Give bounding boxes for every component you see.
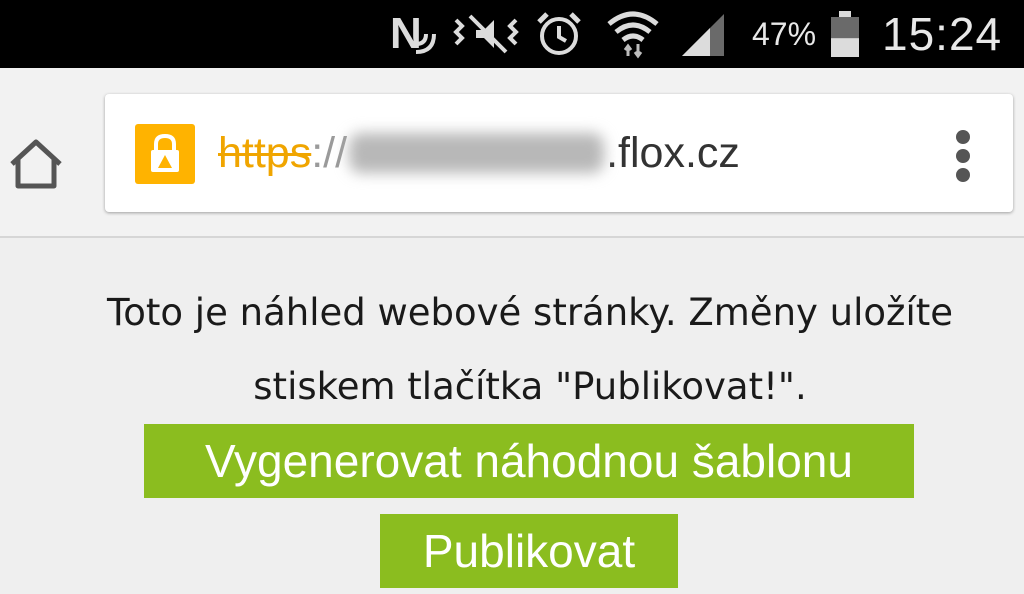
- overflow-menu-button[interactable]: [951, 130, 975, 182]
- notice-line-1: Toto je náhled webové stránky. Změny ulo…: [106, 291, 954, 334]
- page-content: Toto je náhled webové stránky. Změny ulo…: [0, 238, 1024, 594]
- nfc-icon: N: [390, 0, 436, 68]
- home-icon: [10, 139, 62, 189]
- url-text[interactable]: https :// .flox.cz: [218, 94, 740, 212]
- menu-dot-icon: [956, 130, 970, 144]
- url-separator: ://: [311, 128, 348, 177]
- notice-line-2: stiskem tlačítka "Publikovat!".: [253, 365, 807, 408]
- battery-percent: 47%: [752, 15, 817, 52]
- url-scheme: https: [218, 128, 312, 177]
- battery-icon: [829, 0, 861, 68]
- vibrate-icon: [450, 0, 522, 68]
- publish-button[interactable]: Publikovat: [380, 514, 678, 588]
- alarm-icon: [535, 0, 583, 68]
- browser-toolbar: https :// .flox.cz: [0, 68, 1024, 238]
- home-button[interactable]: [6, 134, 66, 194]
- wifi-icon: [606, 0, 660, 68]
- menu-dot-icon: [956, 149, 970, 163]
- lock-warning-icon[interactable]: [135, 124, 195, 184]
- clock: 15:24: [882, 8, 1003, 60]
- preview-notice: Toto je náhled webové stránky. Změny ulo…: [50, 276, 1010, 424]
- generate-template-button[interactable]: Vygenerovat náhodnou šablonu: [144, 424, 914, 498]
- url-domain: .flox.cz: [606, 128, 740, 177]
- status-bar: N 47% 15:24: [0, 0, 1024, 68]
- url-redacted-subdomain: [349, 133, 605, 173]
- signal-icon: [678, 0, 728, 68]
- url-bar[interactable]: https :// .flox.cz: [105, 94, 1013, 212]
- menu-dot-icon: [956, 168, 970, 182]
